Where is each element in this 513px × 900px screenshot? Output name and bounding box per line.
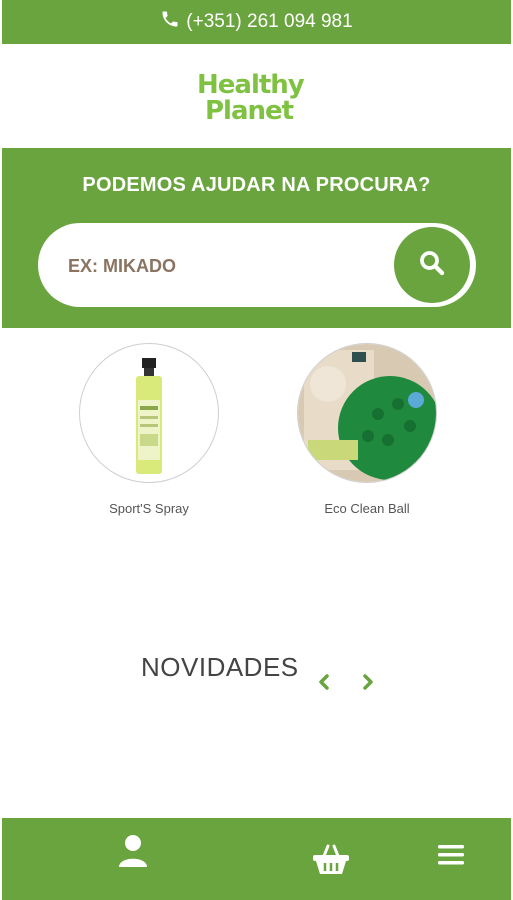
search-icon — [417, 248, 447, 283]
product-image-eco-clean-ball[interactable] — [297, 343, 437, 483]
page: (+351) 261 094 981 Healthy Planet PODEMO… — [2, 0, 511, 900]
product-name[interactable]: Eco Clean Ball — [287, 501, 447, 516]
product-name[interactable]: Sport'S Spray — [69, 501, 229, 516]
healthy-planet-logo[interactable]: Healthy Planet — [197, 72, 327, 124]
menu-button[interactable] — [436, 844, 466, 870]
search-input[interactable] — [66, 247, 370, 285]
top-contact-bar[interactable]: (+351) 261 094 981 — [2, 0, 511, 44]
product-item[interactable]: Sport'S Spray — [69, 343, 229, 516]
basket-icon — [312, 844, 350, 881]
menu-icon — [436, 842, 466, 873]
phone-icon — [160, 9, 186, 35]
bottom-nav — [2, 818, 511, 900]
carousel-prev-button[interactable] — [314, 672, 334, 692]
carousel-next-button[interactable] — [358, 672, 378, 692]
chevron-left-icon — [314, 674, 334, 696]
search-title: PODEMOS AJUDAR NA PROCURA? — [82, 174, 431, 196]
product-image-sports-spray[interactable] — [79, 343, 219, 483]
cart-button[interactable] — [312, 844, 350, 881]
phone-number[interactable]: (+351) 261 094 981 — [186, 11, 352, 33]
logo-line-2: Planet — [205, 96, 294, 126]
novidades-heading: NOVIDADES — [141, 652, 299, 682]
search-button[interactable] — [394, 227, 470, 303]
product-item[interactable]: Eco Clean Ball — [287, 343, 447, 516]
chevron-right-icon — [358, 674, 378, 696]
account-button[interactable] — [118, 834, 148, 873]
user-icon — [118, 834, 148, 873]
logo-line-1: Healthy — [197, 70, 305, 100]
